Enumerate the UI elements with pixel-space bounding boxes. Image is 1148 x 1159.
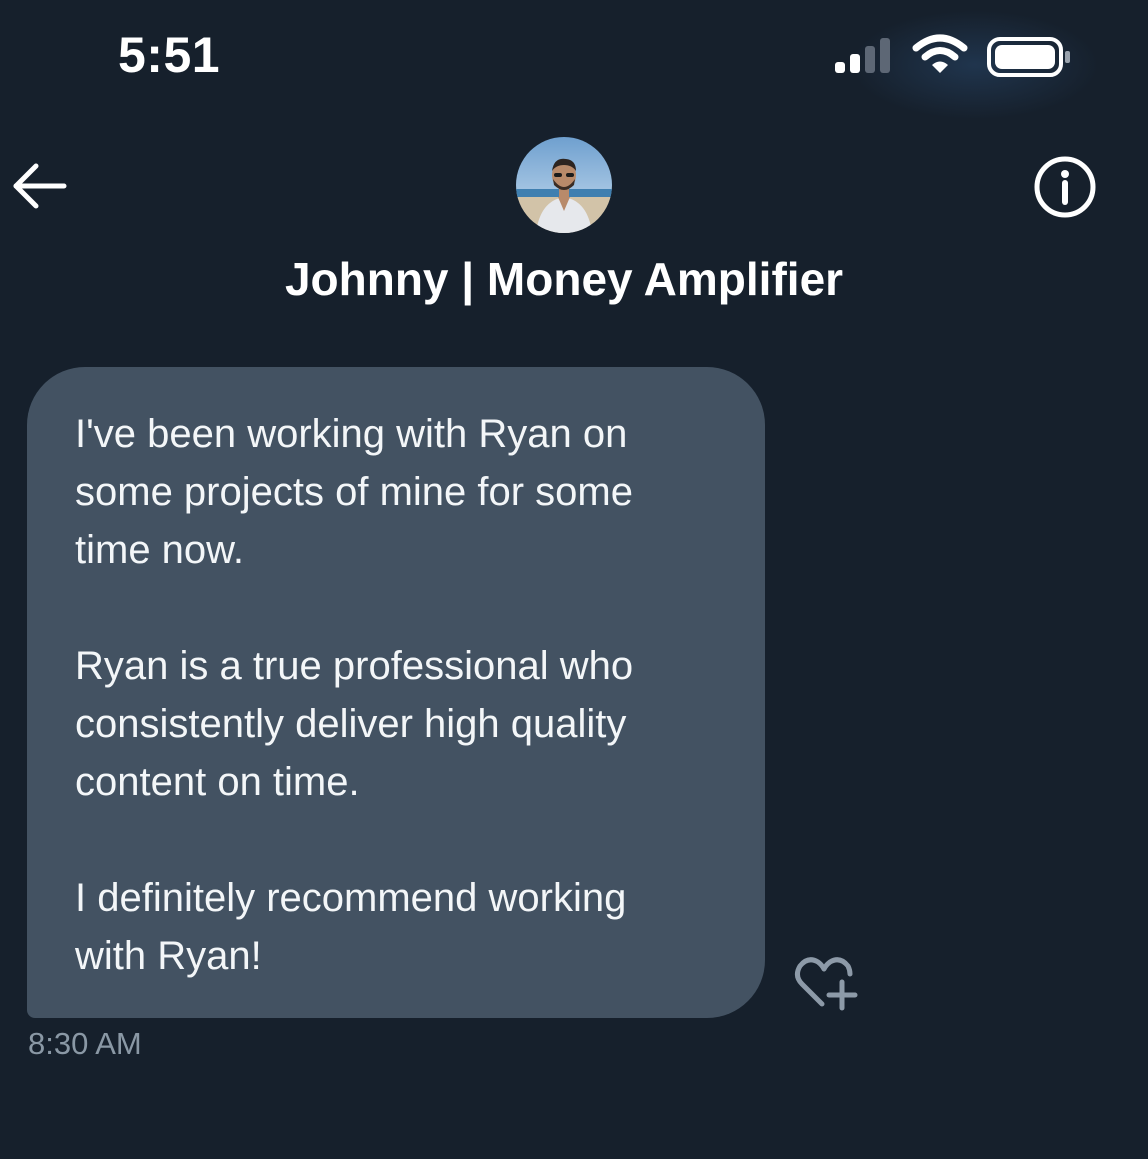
contact-name[interactable]: Johnny | Money Amplifier bbox=[0, 252, 1128, 306]
avatar-image bbox=[516, 137, 612, 233]
message-timestamp: 8:30 AM bbox=[28, 1026, 142, 1061]
info-icon bbox=[1034, 156, 1096, 218]
message-bubble[interactable]: I've been working with Ryan on some proj… bbox=[27, 367, 765, 1018]
message-paragraph: I've been working with Ryan on some proj… bbox=[75, 412, 633, 572]
back-arrow-icon bbox=[13, 163, 67, 209]
heart-add-icon bbox=[794, 957, 858, 1011]
info-button[interactable] bbox=[1032, 154, 1098, 220]
battery-icon bbox=[987, 37, 1070, 77]
cellular-signal-icon bbox=[835, 38, 890, 73]
message-paragraph: I definitely recommend working with Ryan… bbox=[75, 876, 627, 978]
status-bar: 5:51 bbox=[0, 0, 1148, 120]
back-button[interactable] bbox=[10, 158, 70, 214]
message-paragraph: Ryan is a true professional who consiste… bbox=[75, 644, 634, 804]
react-button[interactable] bbox=[792, 952, 858, 1014]
contact-avatar[interactable] bbox=[516, 137, 612, 233]
wifi-icon bbox=[912, 34, 968, 73]
status-time: 5:51 bbox=[118, 27, 221, 83]
